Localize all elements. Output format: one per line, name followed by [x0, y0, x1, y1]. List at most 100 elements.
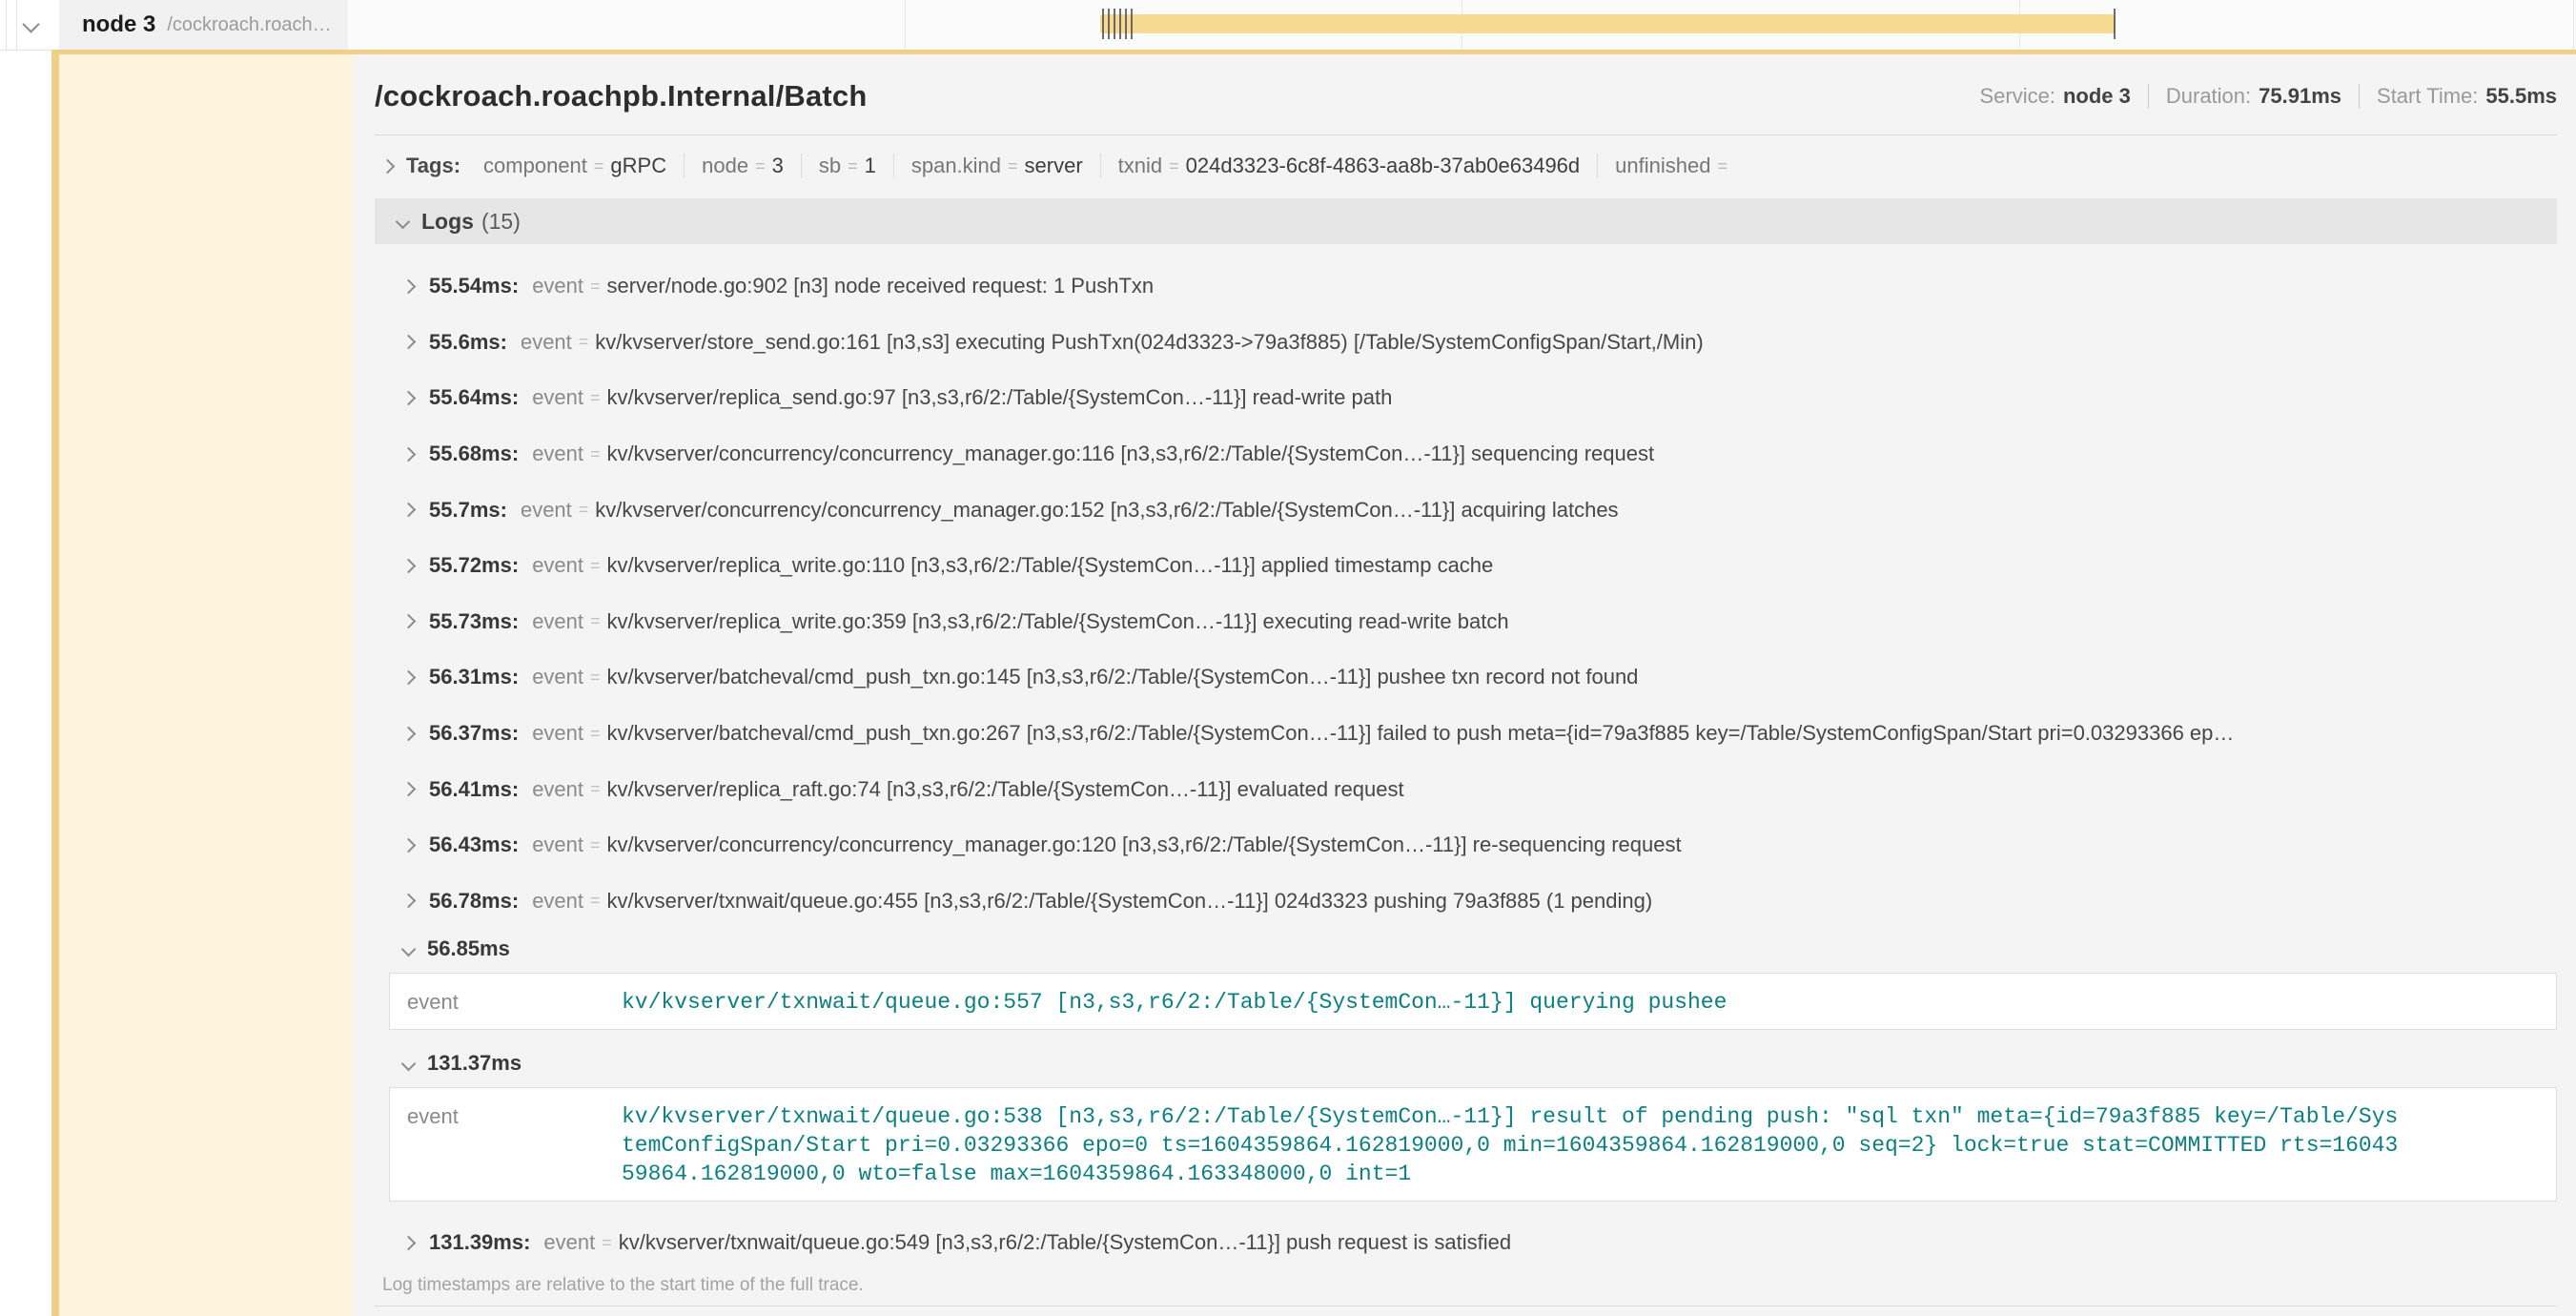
equals-sign: = [590, 724, 601, 744]
chevron-down-icon[interactable] [22, 15, 39, 32]
log-tick-icon [1114, 9, 1115, 39]
log-tick-icon [1102, 9, 1104, 39]
log-entry-row[interactable]: 56.31ms: event = kv/kvserver/batcheval/c… [375, 649, 2557, 706]
log-field-name: event [543, 1230, 595, 1255]
tag-item: txnid = 024d3323-6c8f-4863-aa8b-37ab0e63… [1101, 154, 1598, 178]
log-timestamp: 56.31ms: [429, 665, 519, 689]
chevron-down-icon [396, 214, 411, 229]
log-tick-icon [1108, 9, 1110, 39]
chevron-right-icon [401, 446, 417, 462]
tags-list: component = gRPC node = 3 sb = 1 span.ki… [466, 154, 1751, 178]
tag-key: node [702, 154, 748, 178]
log-timestamp: 55.7ms: [429, 498, 507, 523]
log-timestamp: 131.39ms: [429, 1230, 530, 1255]
tag-value: 024d3323-6c8f-4863-aa8b-37ab0e63496d [1186, 154, 1580, 178]
log-value: kv/kvserver/concurrency/concurrency_mana… [607, 442, 1655, 466]
tag-item: sb = 1 [802, 154, 894, 178]
equals-sign: = [590, 277, 601, 297]
log-value: kv/kvserver/batcheval/cmd_push_txn.go:26… [607, 721, 2235, 746]
log-field-name: event [521, 498, 572, 523]
chevron-right-icon [401, 503, 417, 518]
overview-label: Duration: [2166, 84, 2251, 108]
chevron-right-icon [401, 837, 417, 853]
log-value: server/node.go:902 [n3] node received re… [607, 274, 1155, 298]
detail-header-row: /cockroach.roachpb.Internal/Batch Servic… [375, 54, 2557, 113]
log-field-name: event [532, 721, 583, 746]
tree-indent-line [6, 0, 7, 50]
tag-item: component = gRPC [466, 154, 685, 178]
log-field-name: event [532, 385, 583, 410]
chevron-right-icon [401, 614, 417, 629]
log-field-name: event [532, 777, 583, 802]
log-entry-row[interactable]: 56.43ms: event = kv/kvserver/concurrency… [375, 817, 2557, 874]
chevron-right-icon [401, 670, 417, 686]
log-entry-row[interactable]: 56.41ms: event = kv/kvserver/replica_raf… [375, 761, 2557, 817]
log-field-name: event [532, 833, 583, 857]
tag-item: span.kind = server [894, 154, 1101, 178]
log-entry-row[interactable]: 55.73ms: event = kv/kvserver/replica_wri… [375, 594, 2557, 650]
log-value: kv/kvserver/store_send.go:161 [n3,s3] ex… [595, 330, 1703, 355]
logs-accordion-header[interactable]: Logs (15) [375, 198, 2557, 244]
chevron-right-icon [401, 279, 417, 295]
span-detail-panel: /cockroach.roachpb.Internal/Batch Servic… [354, 54, 2576, 1316]
chevron-down-icon [401, 1056, 417, 1071]
log-entry-row[interactable]: 131.37ms [375, 1043, 2557, 1083]
tree-indent-line [16, 0, 17, 50]
log-tick-icon [1125, 9, 1127, 39]
log-entry-row[interactable]: 131.39ms: event = kv/kvserver/txnwait/qu… [375, 1215, 2557, 1271]
log-field-name: event [532, 274, 583, 298]
span-overview: Service:node 3 Duration:75.91ms Start Ti… [1962, 84, 2557, 109]
log-value: kv/kvserver/replica_raft.go:74 [n3,s3,r6… [607, 777, 1404, 802]
log-value: kv/kvserver/txnwait/queue.go:557 [n3,s3,… [622, 988, 2404, 1017]
equals-sign: = [594, 156, 604, 176]
overview-value: node 3 [2063, 84, 2131, 108]
span-row[interactable]: node 3 /cockroach.roach… 75.91ms [0, 0, 2576, 51]
log-entry-row[interactable]: 56.78ms: event = kv/kvserver/txnwait/que… [375, 874, 2557, 930]
log-detail-table: event kv/kvserver/txnwait/queue.go:538 [… [389, 1087, 2557, 1202]
log-value: kv/kvserver/concurrency/concurrency_mana… [595, 498, 1618, 523]
chevron-right-icon [401, 782, 417, 797]
span-detail-left-tint [51, 54, 354, 1316]
divider [375, 134, 2557, 135]
span-bar[interactable] [1100, 14, 2116, 33]
tag-value: server [1025, 154, 1083, 178]
equals-sign: = [1717, 156, 1728, 176]
log-entry-row[interactable]: 55.72ms: event = kv/kvserver/replica_wri… [375, 538, 2557, 594]
span-timeline: 75.91ms [348, 0, 2576, 50]
equals-sign: = [590, 891, 601, 911]
log-field-name: event [532, 442, 583, 466]
span-name-cell[interactable]: node 3 /cockroach.roach… [59, 0, 348, 50]
log-entry-row[interactable]: 56.37ms: event = kv/kvserver/batcheval/c… [375, 706, 2557, 762]
log-entry-row[interactable]: 55.64ms: event = kv/kvserver/replica_sen… [375, 370, 2557, 426]
log-value: kv/kvserver/replica_write.go:110 [n3,s3,… [607, 553, 1494, 578]
chevron-right-icon [401, 894, 417, 909]
equals-sign: = [590, 668, 601, 688]
log-entry-row[interactable]: 56.85ms [375, 929, 2557, 969]
overview-item: Start Time:55.5ms [2359, 84, 2557, 109]
log-tick-icon [1119, 9, 1121, 39]
log-entry-row[interactable]: 55.68ms: event = kv/kvserver/concurrency… [375, 426, 2557, 483]
tags-row[interactable]: Tags: component = gRPC node = 3 sb = 1 s… [375, 147, 2557, 185]
equals-sign: = [755, 156, 766, 176]
tag-key: unfinished [1615, 154, 1710, 178]
log-entry-row[interactable]: 55.54ms: event = server/node.go:902 [n3]… [375, 258, 2557, 315]
log-value: kv/kvserver/replica_write.go:359 [n3,s3,… [607, 609, 1509, 634]
log-timestamp: 56.85ms [427, 936, 510, 961]
equals-sign: = [602, 1233, 612, 1253]
log-timestamp: 56.41ms: [429, 777, 519, 802]
log-field-name: event [407, 988, 622, 1017]
chevron-right-icon [401, 391, 417, 406]
log-entry-row[interactable]: 55.7ms: event = kv/kvserver/concurrency/… [375, 482, 2557, 538]
tags-label: Tags: [406, 154, 460, 178]
log-tick-icon [2114, 9, 2116, 39]
log-value: kv/kvserver/txnwait/queue.go:538 [n3,s3,… [622, 1102, 2404, 1188]
overview-value: 55.5ms [2485, 84, 2557, 108]
equals-sign: = [1008, 156, 1018, 176]
log-timestamp: 55.68ms: [429, 442, 519, 466]
log-entry-row[interactable]: 55.6ms: event = kv/kvserver/store_send.g… [375, 315, 2557, 371]
log-value: kv/kvserver/concurrency/concurrency_mana… [607, 833, 1682, 857]
equals-sign: = [590, 388, 601, 408]
tag-item: unfinished = [1598, 154, 1751, 178]
log-timestamp: 55.73ms: [429, 609, 519, 634]
overview-label: Service: [1979, 84, 2055, 108]
